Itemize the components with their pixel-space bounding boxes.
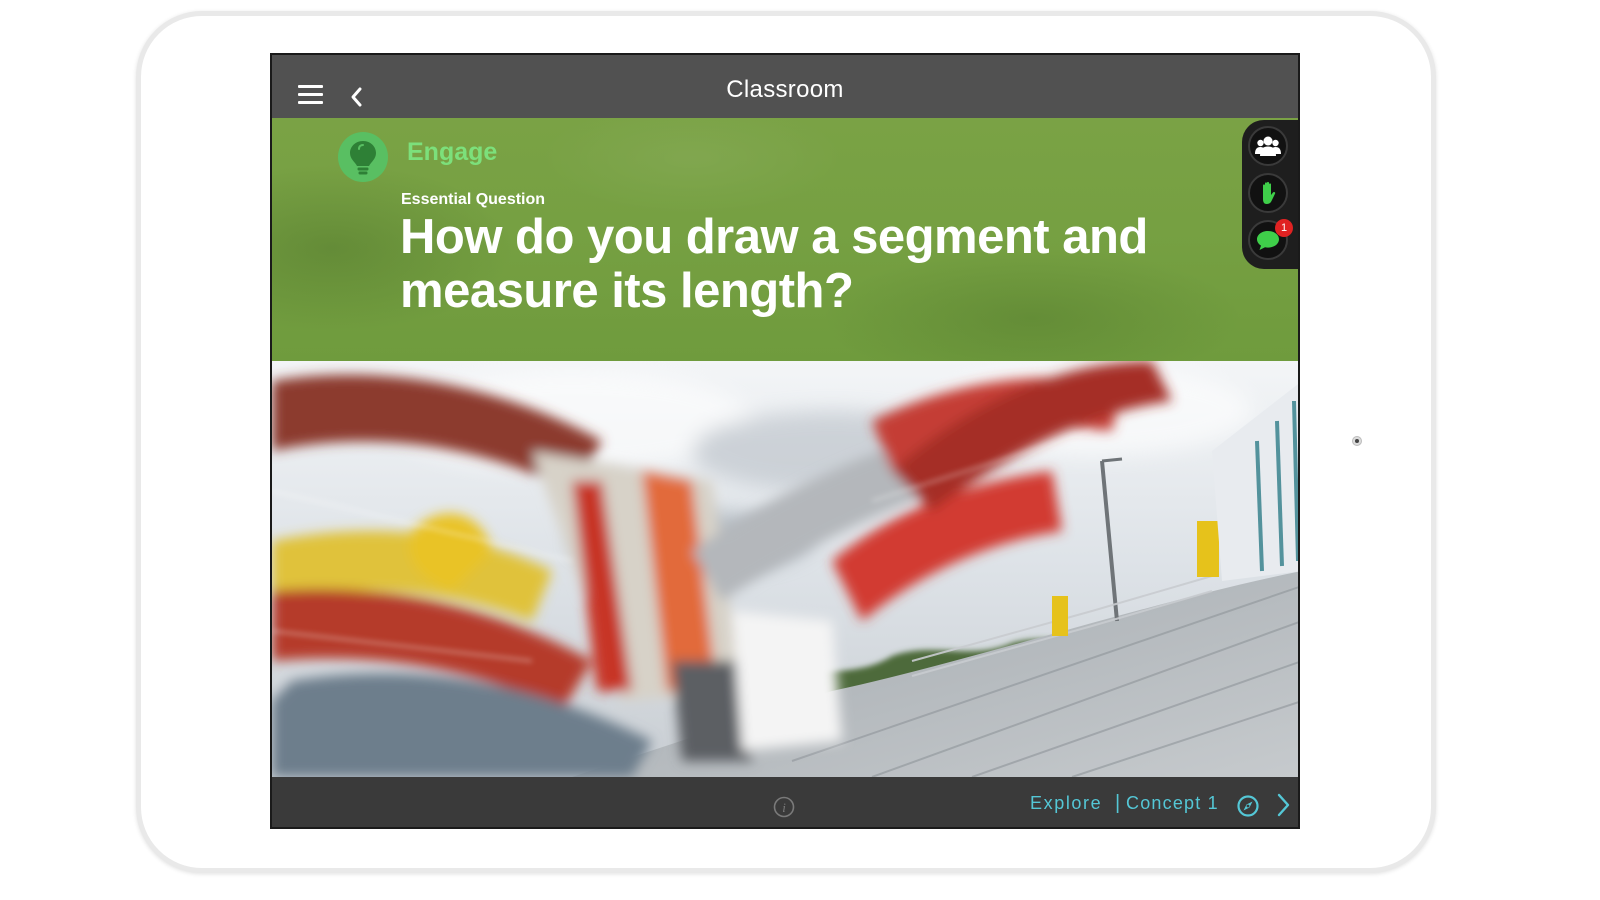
engage-banner: Engage Essential Question How do you dra… (272, 118, 1298, 361)
chevron-right-icon[interactable] (1274, 791, 1292, 819)
essential-question-label: Essential Question (401, 191, 546, 208)
amusement-ride-photo (272, 361, 1298, 777)
svg-text:i: i (782, 800, 786, 815)
tablet-camera-dot (1352, 436, 1362, 446)
section-label: Engage (407, 138, 498, 166)
tool-panel: 1 (1242, 120, 1298, 269)
page-title: Classroom (726, 76, 844, 103)
raise-hand-icon[interactable] (1248, 173, 1288, 213)
compass-icon[interactable] (1236, 794, 1260, 818)
nav-separator: | (1115, 792, 1121, 814)
concept-link[interactable]: Concept 1 (1126, 793, 1219, 814)
info-icon[interactable]: i (773, 796, 795, 818)
notification-badge: 1 (1275, 219, 1293, 237)
essential-question-text: How do you draw a segment and measure it… (400, 210, 1148, 318)
group-icon[interactable] (1248, 126, 1288, 166)
top-bar: Classroom (272, 55, 1298, 118)
bottom-bar: i Explore | Concept 1 (272, 777, 1298, 827)
app-screen: Classroom Engage Essential Question How … (270, 53, 1300, 829)
lightbulb-icon (338, 132, 388, 182)
next-section-link[interactable]: Explore (1030, 793, 1102, 814)
